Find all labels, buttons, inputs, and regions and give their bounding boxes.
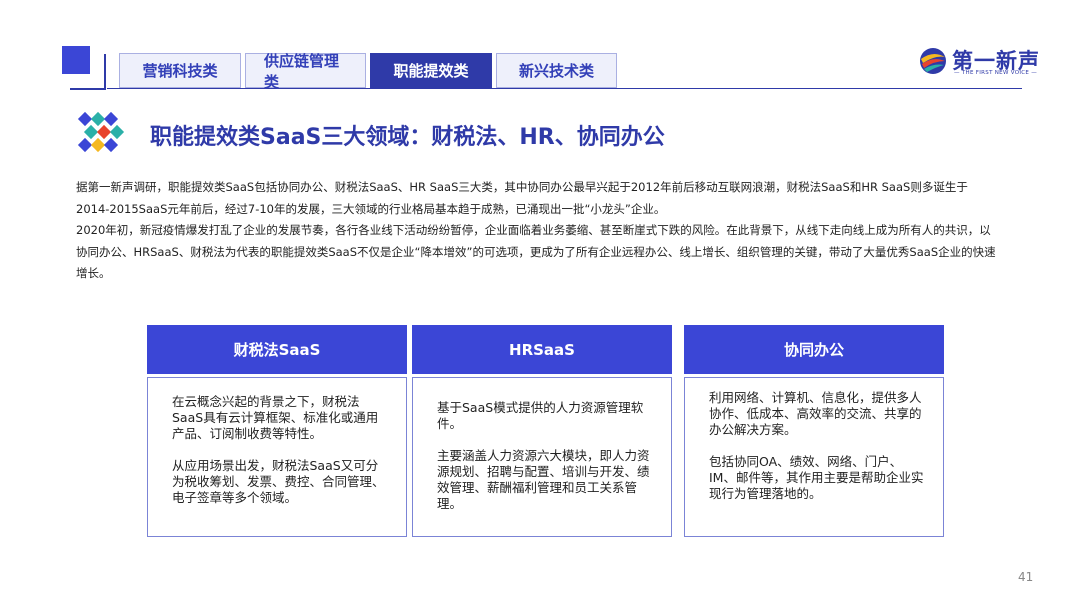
card-paragraph: 基于SaaS模式提供的人力资源管理软件。 [437,400,644,431]
header-divider [107,88,1022,89]
domain-card-finance-tax-law: 财税法SaaS 在云概念兴起的背景之下，财税法SaaS具有云计算框架、标准化或通… [147,325,407,537]
category-tabs: 营销科技类 供应链管理类 职能提效类 新兴技术类 [119,52,617,91]
corner-bracket-decoration [62,46,106,90]
card-paragraph: 在云概念兴起的背景之下，财税法SaaS具有云计算框架、标准化或通用产品、订阅制收… [172,394,379,441]
diamond-cluster-icon [77,111,125,153]
logo-tagline: — THE FIRST NEW VOICE — [954,70,1038,76]
tab-emerging-tech[interactable]: 新兴技术类 [496,53,617,88]
swirl-logo-icon [920,48,946,74]
tab-supply-chain[interactable]: 供应链管理类 [245,52,366,91]
card-paragraph: 从应用场景出发，财税法SaaS又可分为税收筹划、发票、费控、合同管理、电子签章等… [172,458,385,505]
intro-paragraph: 2020年初，新冠疫情爆发打乱了企业的发展节奏，各行各业线下活动纷纷暂停，企业面… [76,223,996,280]
domain-card-collaboration: 协同办公 利用网络、计算机、信息化，提供多人协作、低成本、高效率的交流、共享的办… [684,325,944,537]
card-body: 基于SaaS模式提供的人力资源管理软件。 主要涵盖人力资源六大模块，即人力资源规… [412,377,672,537]
card-body: 利用网络、计算机、信息化，提供多人协作、低成本、高效率的交流、共享的办公解决方案… [684,377,944,537]
card-body: 在云概念兴起的背景之下，财税法SaaS具有云计算框架、标准化或通用产品、订阅制收… [147,377,407,537]
brand-logo: 第一新声 — THE FIRST NEW VOICE — [918,44,1039,80]
intro-text: 据第一新声调研，职能提效类SaaS包括协同办公、财税法SaaS、HR SaaS三… [76,177,996,285]
page-number: 41 [1018,570,1034,584]
card-paragraph: 包括协同OA、绩效、网络、门户、IM、邮件等，其作用主要是帮助企业实现行为管理落… [709,454,924,501]
tab-efficiency[interactable]: 职能提效类 [370,53,492,88]
domain-card-hr-saas: HRSaaS 基于SaaS模式提供的人力资源管理软件。 主要涵盖人力资源六大模块… [412,325,672,537]
card-title: 财税法SaaS [147,325,407,374]
intro-paragraph: 据第一新声调研，职能提效类SaaS包括协同办公、财税法SaaS、HR SaaS三… [76,180,968,216]
tab-marketing-tech[interactable]: 营销科技类 [119,53,241,88]
card-title: 协同办公 [684,325,944,374]
card-title: HRSaaS [412,325,672,374]
page-title: 职能提效类SaaS三大领域：财税法、HR、协同办公 [150,125,665,150]
card-paragraph: 主要涵盖人力资源六大模块，即人力资源规划、招聘与配置、培训与开发、绩效管理、薪酬… [437,448,650,511]
card-paragraph: 利用网络、计算机、信息化，提供多人协作、低成本、高效率的交流、共享的办公解决方案… [709,390,922,437]
